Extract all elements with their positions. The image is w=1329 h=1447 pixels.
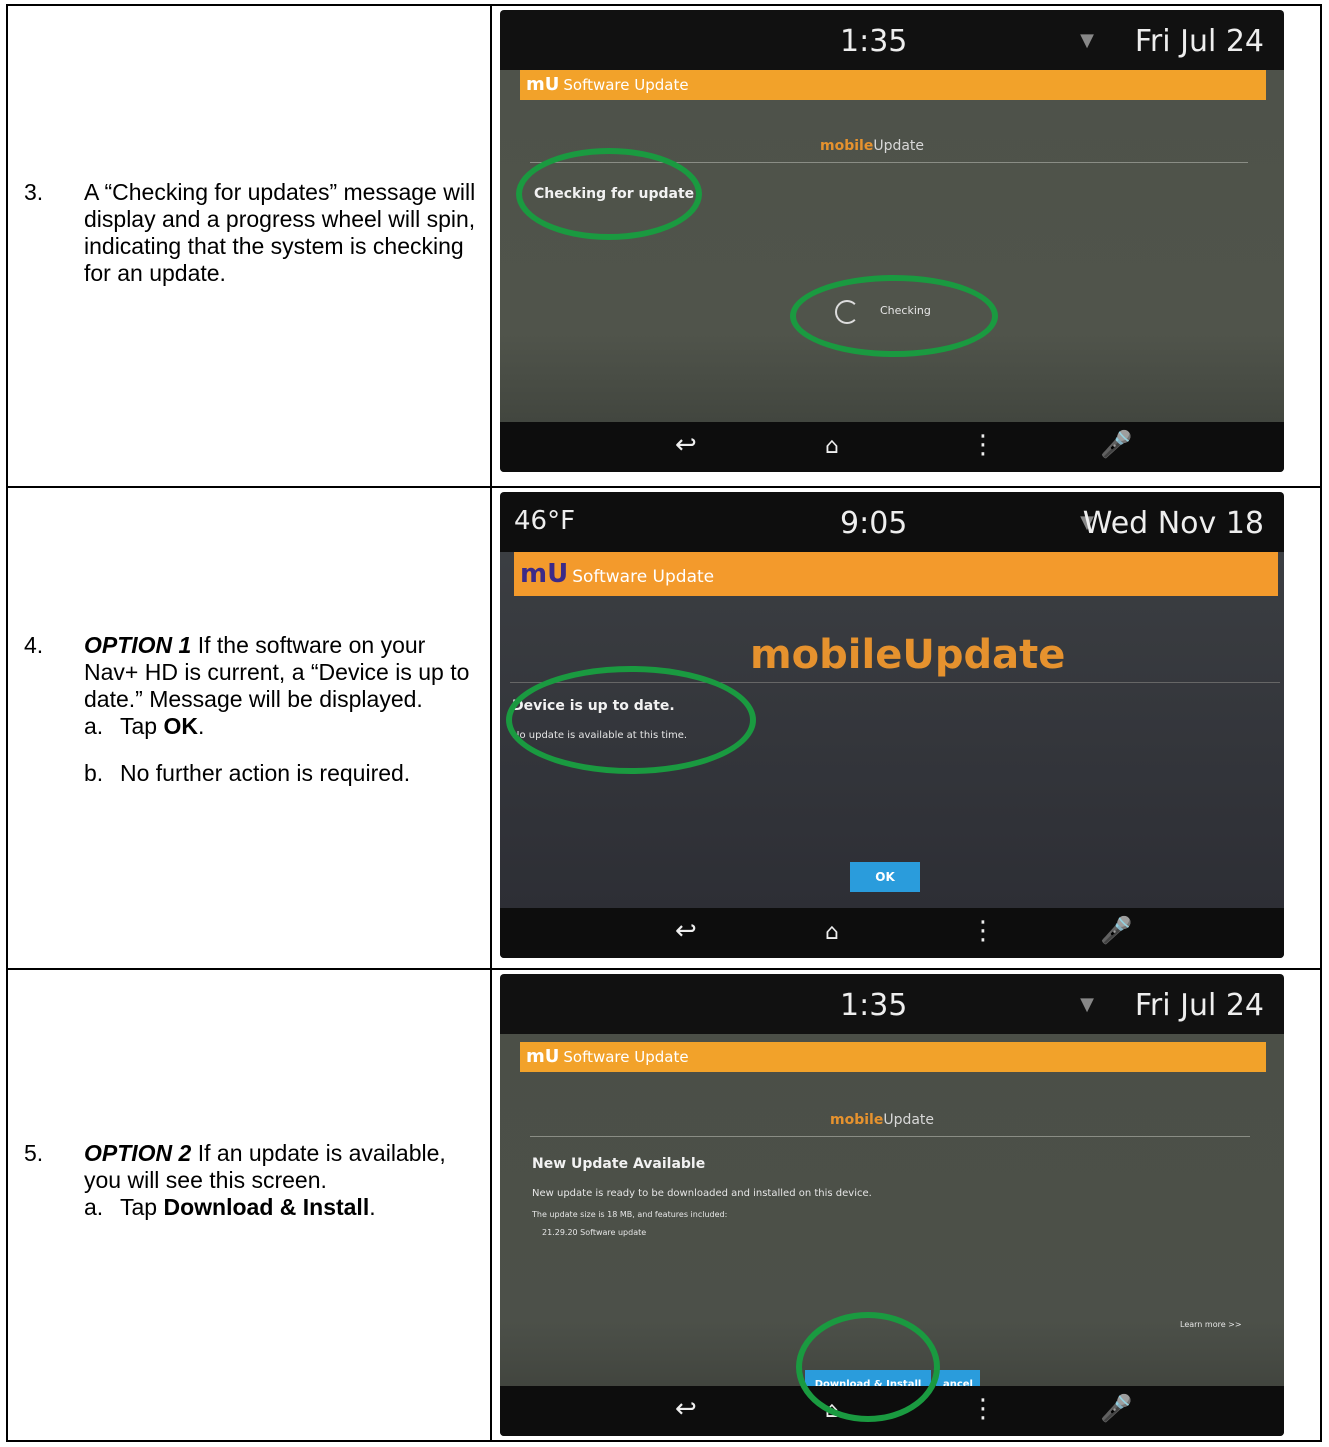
back-arrow-icon[interactable]: ↩	[675, 1394, 697, 1424]
date: Fri Jul 24	[1134, 988, 1264, 1023]
highlight-circle	[506, 666, 756, 774]
learn-more-link[interactable]: Learn more >>	[1180, 1320, 1242, 1329]
app-title: Software Update	[563, 76, 689, 94]
brand-part: mobile	[820, 138, 874, 154]
step-number: 5.	[24, 1140, 44, 1166]
back-arrow-icon[interactable]: ↩	[675, 916, 697, 946]
step-5: 5. OPTION 2 If an update is available, y…	[24, 1140, 484, 1221]
substep-text: Tap	[120, 713, 164, 739]
clock: 1:35	[840, 988, 908, 1023]
substep-number: a.	[84, 1194, 104, 1220]
update-line: 21.29.20 Software update	[542, 1228, 647, 1237]
option-label: OPTION 2	[84, 1140, 192, 1166]
option-label: OPTION 1	[84, 632, 192, 658]
app-logo: mU	[520, 559, 569, 589]
menu-dots-icon[interactable]: ⋮	[970, 916, 996, 946]
substep-text: Tap	[120, 1194, 164, 1220]
column-divider	[490, 6, 492, 486]
column-divider	[490, 970, 492, 1440]
substep-a: a. Tap OK.	[84, 713, 484, 740]
menu-dots-icon[interactable]: ⋮	[970, 430, 996, 460]
step-3: 3. A “Checking for updates” message will…	[24, 179, 484, 287]
app-title: Software Update	[563, 1048, 689, 1066]
brand-part: Update	[902, 632, 1066, 678]
update-line: The update size is 18 MB, and features i…	[532, 1210, 728, 1219]
highlight-circle	[796, 1312, 940, 1422]
home-icon[interactable]: ⌂	[825, 920, 839, 945]
brand-part: mobile	[750, 632, 903, 678]
brand-logo: mobileUpdate	[830, 1112, 934, 1128]
substep-post: .	[197, 713, 205, 739]
substep-text: No further action is required.	[120, 760, 411, 786]
home-icon[interactable]: ⌂	[825, 434, 839, 459]
divider	[530, 1136, 1250, 1137]
microphone-icon[interactable]: 🎤	[1100, 430, 1132, 460]
brand-logo: mobileUpdate	[750, 632, 1065, 678]
step-text: A “Checking for updates” message will di…	[84, 179, 476, 286]
brand-part: mobile	[830, 1112, 884, 1128]
substep-post: .	[369, 1194, 376, 1220]
app-logo: mU	[526, 74, 560, 95]
step-number: 4.	[24, 632, 44, 658]
nav-bar: ↩ ⌂ ⋮ 🎤	[500, 422, 1284, 472]
app-title-bar: mU Software Update	[514, 552, 1278, 596]
substep-b: b. No further action is required.	[84, 760, 484, 787]
brand-part: Update	[883, 1112, 935, 1128]
app-title: Software Update	[572, 567, 715, 587]
brand-logo: mobileUpdate	[820, 138, 924, 154]
highlight-circle	[790, 275, 998, 357]
substep-number: a.	[84, 713, 104, 739]
date: Fri Jul 24	[1134, 24, 1264, 59]
app-title-bar: mU Software Update	[520, 1042, 1266, 1072]
status-bar: 1:35 ▼ Fri Jul 24	[500, 10, 1284, 70]
step-4: 4. OPTION 1 If the software on your Nav+…	[24, 632, 484, 787]
update-heading: New Update Available	[532, 1156, 706, 1172]
status-bar: 1:35 ▼ Fri Jul 24	[500, 974, 1284, 1034]
microphone-icon[interactable]: 🎤	[1100, 1394, 1132, 1424]
highlight-circle	[516, 148, 702, 240]
wifi-icon: ▼	[1080, 30, 1094, 51]
substep-a: a. Tap Download & Install.	[84, 1194, 484, 1221]
status-bar: 46°F 9:05 ▼ Wed Nov 18	[500, 492, 1284, 552]
ok-button[interactable]: OK	[850, 862, 920, 892]
substep-bold: OK	[163, 713, 198, 739]
clock: 1:35	[840, 24, 908, 59]
app-logo: mU	[526, 1046, 560, 1067]
substep-number: b.	[84, 760, 104, 786]
column-divider	[490, 488, 492, 968]
update-line: New update is ready to be downloaded and…	[532, 1188, 872, 1199]
nav-bar: ↩ ⌂ ⋮ 🎤	[500, 908, 1284, 958]
app-title-bar: mU Software Update	[520, 70, 1266, 100]
step-number: 3.	[24, 179, 44, 205]
substep-bold: Download & Install	[163, 1194, 370, 1220]
wifi-icon: ▼	[1080, 994, 1094, 1015]
back-arrow-icon[interactable]: ↩	[675, 430, 697, 460]
menu-dots-icon[interactable]: ⋮	[970, 1394, 996, 1424]
screenshot-checking: 1:35 ▼ Fri Jul 24 mU Software Update mobi…	[500, 10, 1284, 472]
temperature: 46°F	[514, 506, 576, 536]
date: Wed Nov 18	[1082, 506, 1264, 541]
brand-part: Update	[873, 138, 925, 154]
clock: 9:05	[840, 506, 908, 541]
microphone-icon[interactable]: 🎤	[1100, 916, 1132, 946]
